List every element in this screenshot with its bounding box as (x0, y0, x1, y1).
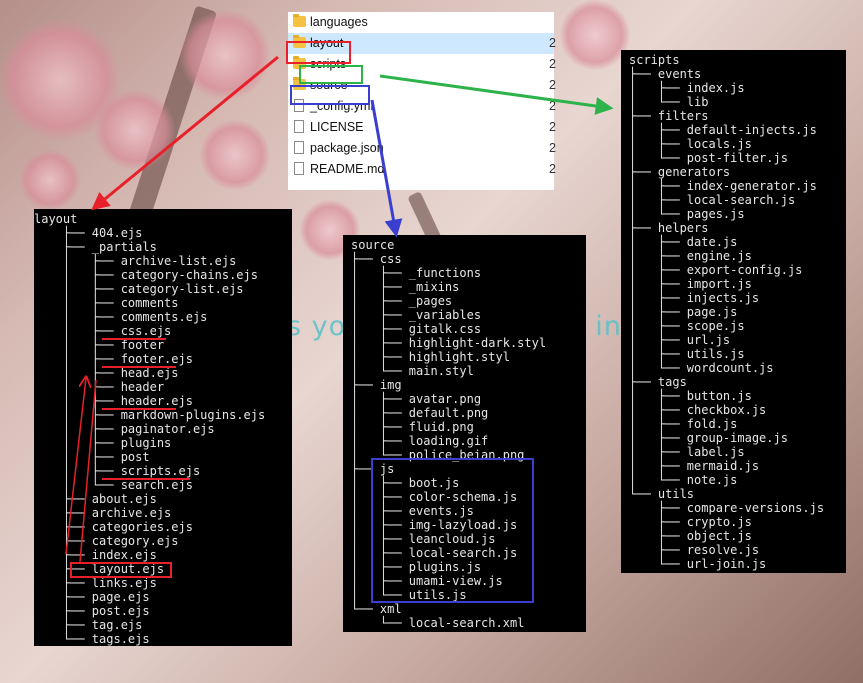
annotation-arrows (65, 55, 614, 563)
arrow-layout-to-tree (91, 55, 279, 211)
arrow-source-to-tree (370, 99, 403, 238)
arrow-scripts-to-tree (379, 74, 614, 115)
